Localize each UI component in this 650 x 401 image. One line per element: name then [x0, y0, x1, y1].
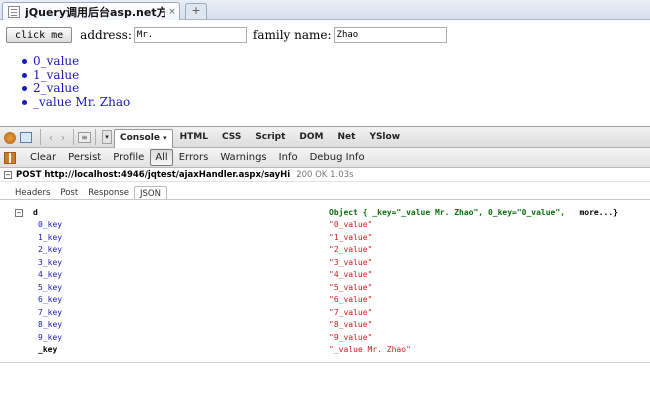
more-link[interactable]: more...}	[579, 208, 618, 217]
address-input[interactable]	[133, 27, 247, 43]
json-key: 5_key	[38, 282, 63, 292]
filter-warnings-button[interactable]: Warnings	[214, 152, 272, 163]
console-clear-icon[interactable]	[4, 151, 16, 164]
clear-button[interactable]: Clear	[24, 152, 62, 163]
json-key: 9_key	[38, 332, 63, 342]
json-key: 4_key	[38, 270, 63, 279]
persist-button[interactable]: Persist	[62, 152, 107, 163]
divider	[95, 129, 96, 145]
result-list: 0_value 1_value 2_value _value Mr. Zhao	[22, 54, 130, 110]
json-root-key: d	[33, 208, 38, 217]
collapse-icon[interactable]: −	[4, 170, 12, 179]
table-row: 2_key "2_value"	[0, 245, 650, 258]
chevron-down-icon: ▾	[163, 134, 167, 142]
family-name-label: family name:	[252, 28, 332, 42]
json-value: "3_value"	[329, 257, 373, 267]
form-row: click me address: family name:	[6, 27, 453, 43]
table-row: 8_key "8_value"	[0, 320, 650, 333]
click-me-button[interactable]: click me	[6, 27, 73, 43]
tab-json[interactable]: JSON	[134, 186, 167, 200]
tab-title: jQuery调用后台asp.net方法	[25, 5, 165, 19]
console-toolbar: Clear Persist Profile All Errors Warning…	[0, 148, 650, 168]
table-row: 7_key "7_value"	[0, 308, 650, 321]
address-label: address:	[80, 28, 132, 42]
profile-button[interactable]: Profile	[107, 152, 150, 163]
table-row: 5_key "5_value"	[0, 283, 650, 296]
tab-dom[interactable]: DOM	[292, 132, 330, 142]
json-key: 1_key	[38, 232, 63, 242]
tab-css[interactable]: CSS	[215, 132, 248, 142]
new-tab-button[interactable]: +	[185, 3, 207, 19]
response-tabs: Headers Post Response JSON	[10, 184, 167, 200]
filter-debug-info-button[interactable]: Debug Info	[304, 152, 371, 163]
table-row: 1_key "1_value"	[0, 233, 650, 246]
request-url: POST http://localhost:4946/jqtest/ajaxHa…	[16, 169, 291, 180]
json-value: "_value Mr. Zhao"	[329, 345, 411, 354]
divider	[40, 129, 41, 145]
json-tree: − d Object { _key="_value Mr. Zhao", 0_k…	[0, 201, 650, 363]
list-item: 1_value	[22, 68, 130, 83]
list-item: _value Mr. Zhao	[22, 95, 130, 110]
table-row: 9_key "9_value"	[0, 333, 650, 346]
json-value: "9_value"	[329, 332, 373, 342]
tab-html[interactable]: HTML	[173, 132, 215, 142]
tab-script[interactable]: Script	[248, 132, 292, 142]
table-row: 4_key "4_value"	[0, 270, 650, 283]
json-value: "0_value"	[329, 220, 373, 229]
family-name-input[interactable]	[333, 27, 447, 43]
divider	[0, 362, 650, 363]
table-row: 6_key "6_value"	[0, 295, 650, 308]
json-key: 2_key	[38, 245, 63, 254]
divider	[0, 199, 650, 200]
page-content: click me address: family name: 0_value 1…	[0, 21, 650, 124]
inspect-icon[interactable]	[20, 131, 32, 143]
back-icon[interactable]: ‹	[45, 131, 57, 144]
json-value: "4_value"	[329, 270, 373, 279]
filter-errors-button[interactable]: Errors	[173, 152, 215, 163]
firebug-icon[interactable]	[4, 131, 16, 144]
json-value: "5_value"	[329, 282, 373, 292]
json-key: 3_key	[38, 257, 63, 267]
filter-all-button[interactable]: All	[150, 149, 173, 166]
divider	[73, 129, 74, 145]
json-value: "6_value"	[329, 295, 373, 304]
table-row: _key "_value Mr. Zhao"	[0, 345, 650, 358]
json-key: _key	[38, 345, 58, 354]
table-row: 0_key "0_value"	[0, 220, 650, 233]
json-key: 8_key	[38, 320, 63, 329]
filter-info-button[interactable]: Info	[273, 152, 304, 163]
close-icon[interactable]: ×	[165, 7, 179, 17]
json-value: "7_value"	[329, 307, 373, 317]
json-root[interactable]: − d	[15, 208, 38, 217]
collapse-icon[interactable]: −	[15, 208, 23, 217]
browser-tab[interactable]: jQuery调用后台asp.net方法 ×	[2, 2, 180, 20]
page-icon	[8, 5, 20, 18]
tab-post[interactable]: Post	[55, 186, 83, 200]
table-row: 3_key "3_value"	[0, 258, 650, 271]
forward-icon[interactable]: ›	[57, 131, 69, 144]
tab-headers[interactable]: Headers	[10, 186, 55, 200]
json-value: "8_value"	[329, 320, 373, 329]
json-value: "2_value"	[329, 245, 373, 254]
list-icon[interactable]: ≡	[78, 131, 91, 143]
tab-response[interactable]: Response	[83, 186, 134, 200]
request-row[interactable]: − POST http://localhost:4946/jqtest/ajax…	[0, 168, 650, 182]
firebug-toolbar: ‹ › ≡ ▾ Console ▾ HTML CSS Script DOM Ne…	[0, 126, 650, 148]
json-key: 0_key	[38, 220, 63, 229]
browser-tab-bar: jQuery调用后台asp.net方法 × +	[0, 0, 650, 20]
json-value: "1_value"	[329, 232, 373, 242]
json-key: 7_key	[38, 307, 63, 317]
list-item: 0_value	[22, 54, 130, 69]
json-key: 6_key	[38, 295, 63, 304]
request-status: 200 OK 1.03s	[296, 169, 354, 180]
dropdown-icon[interactable]: ▾	[102, 130, 112, 144]
json-summary: Object { _key="_value Mr. Zhao", 0_key="…	[329, 208, 618, 217]
tab-yslow[interactable]: YSlow	[362, 132, 407, 142]
tab-net[interactable]: Net	[330, 132, 362, 142]
list-item: 2_value	[22, 81, 130, 96]
tab-console[interactable]: Console ▾	[114, 129, 173, 148]
